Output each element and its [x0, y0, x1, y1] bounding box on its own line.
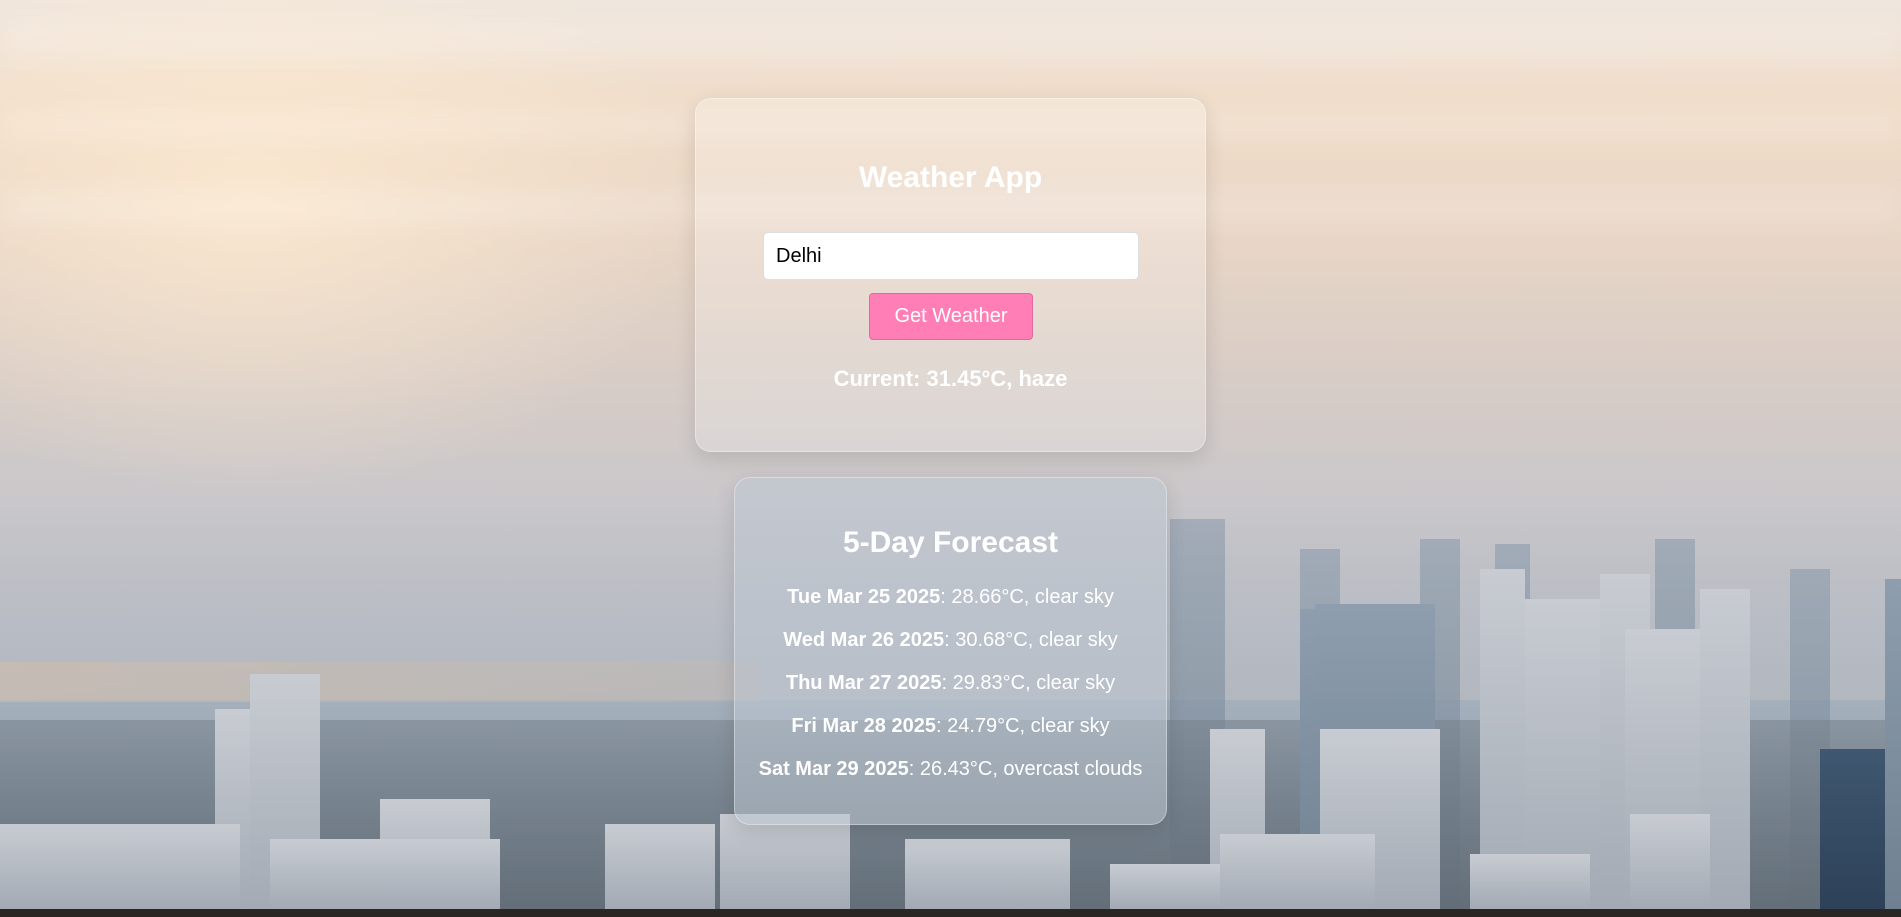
forecast-card: 5-Day Forecast Tue Mar 25 2025: 28.66°C,…	[734, 477, 1167, 825]
forecast-item: Thu Mar 27 2025: 29.83°C, clear sky	[735, 672, 1166, 695]
get-weather-button[interactable]: Get Weather	[869, 293, 1033, 340]
weather-card: Weather App Get Weather Current: 31.45°C…	[695, 98, 1206, 452]
building	[605, 824, 715, 909]
forecast-date: Thu Mar 27 2025	[785, 672, 942, 694]
forecast-date: Sat Mar 29 2025	[758, 758, 909, 780]
current-weather: Current: 31.45°C, haze	[833, 366, 1068, 391]
forecast-item: Fri Mar 28 2025: 24.79°C, clear sky	[735, 715, 1166, 738]
taskbar-strip	[0, 909, 1901, 917]
building	[1885, 579, 1901, 909]
forecast-detail: : 29.83°C, clear sky	[941, 672, 1116, 694]
forecast-date: Wed Mar 26 2025	[783, 629, 945, 651]
forecast-detail: : 26.43°C, overcast clouds	[908, 758, 1143, 780]
forecast-item: Wed Mar 26 2025: 30.68°C, clear sky	[735, 629, 1166, 652]
forecast-date: Tue Mar 25 2025	[787, 586, 941, 608]
building	[270, 839, 500, 909]
building	[1470, 854, 1590, 909]
building	[1220, 834, 1375, 909]
forecast-detail: : 30.68°C, clear sky	[944, 629, 1118, 651]
forecast-detail: : 24.79°C, clear sky	[935, 715, 1110, 737]
building	[905, 839, 1070, 909]
building	[1110, 864, 1220, 909]
forecast-date: Fri Mar 28 2025	[791, 715, 936, 737]
forecast-title: 5-Day Forecast	[842, 526, 1059, 559]
app-title: Weather App	[858, 161, 1043, 194]
cloud-band	[0, 20, 1901, 60]
forecast-item: Sat Mar 29 2025: 26.43°C, overcast cloud…	[735, 758, 1166, 781]
forecast-detail: : 28.66°C, clear sky	[940, 586, 1114, 608]
sun-glow	[0, 0, 700, 500]
building	[720, 814, 850, 909]
river	[0, 662, 760, 702]
building	[1630, 814, 1710, 909]
forecast-item: Tue Mar 25 2025: 28.66°C, clear sky	[735, 586, 1166, 609]
city-input[interactable]	[763, 232, 1139, 280]
building	[0, 824, 240, 909]
